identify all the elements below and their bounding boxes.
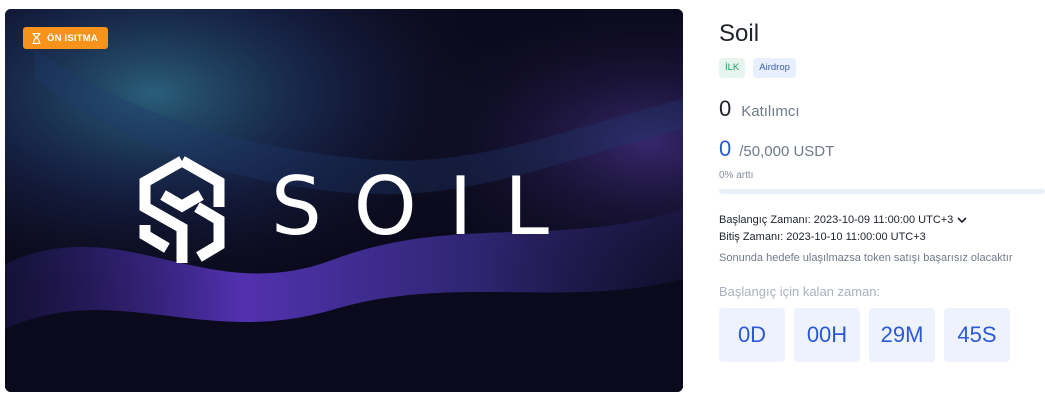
participants-count: 0 <box>719 96 732 121</box>
countdown-minutes: 29M <box>869 308 935 362</box>
end-time-row: Bitiş Zamanı: 2023-10-10 11:00:00 UTC+3 <box>719 229 1045 246</box>
raise-goal: /50,000 USDT <box>739 143 835 160</box>
countdown-days: 0D <box>719 308 785 362</box>
countdown-timer: 0D 00H 29M 45S <box>719 308 1045 362</box>
schedule: Başlangıç Zamanı: 2023-10-09 11:00:00 UT… <box>719 212 1045 246</box>
failure-warning: Sonunda hedefe ulaşılmazsa token satışı … <box>719 252 1013 264</box>
participants-stat: 0 Katılımcı <box>719 96 1045 122</box>
raised-stat: 0 /50,000 USDT <box>719 136 1045 162</box>
preheat-badge: ÖN ISITMA <box>23 27 108 49</box>
project-banner: ÖN ISITMA SOIL <box>5 9 683 392</box>
project-info-panel: Soil İLK Airdrop 0 Katılımcı 0 /50,000 U… <box>719 18 1045 362</box>
preheat-badge-label: ÖN ISITMA <box>47 32 98 44</box>
end-time: Bitiş Zamanı: 2023-10-10 11:00:00 UTC+3 <box>719 231 926 243</box>
start-time: Başlangıç Zamanı: 2023-10-09 11:00:00 UT… <box>719 214 954 226</box>
soil-logo-icon <box>139 156 225 263</box>
participants-label: Katılımcı <box>741 103 800 120</box>
project-tags: İLK Airdrop <box>719 58 1045 78</box>
countdown-label: Başlangıç için kalan zaman: <box>719 284 881 299</box>
raise-progress-bar <box>719 189 1045 194</box>
raised-amount: 0 <box>719 136 732 161</box>
project-title: Soil <box>719 20 760 47</box>
countdown-seconds: 45S <box>944 308 1010 362</box>
tag-first: İLK <box>719 58 746 78</box>
raise-percent: 0% arttı <box>719 170 754 181</box>
start-time-row[interactable]: Başlangıç Zamanı: 2023-10-09 11:00:00 UT… <box>719 212 1045 229</box>
countdown-hours: 00H <box>794 308 860 362</box>
soil-logo-text: SOIL <box>271 160 581 253</box>
chevron-down-icon[interactable] <box>957 217 967 224</box>
tag-airdrop: Airdrop <box>753 58 796 78</box>
hourglass-icon <box>32 32 41 44</box>
